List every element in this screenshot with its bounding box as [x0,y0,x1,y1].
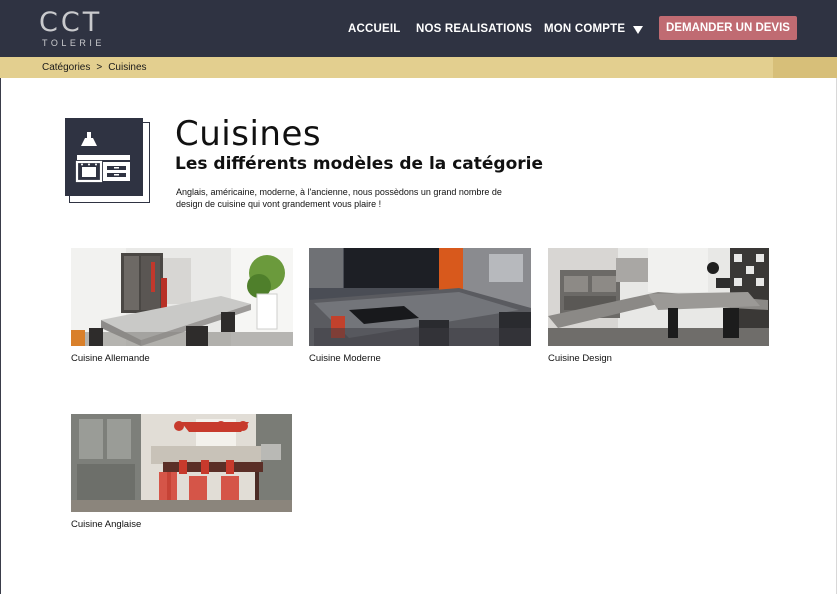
product-card-moderne[interactable]: Cuisine Moderne [309,248,531,364]
nav-link-accueil[interactable]: ACCUEIL [348,0,401,57]
kitchen-photo-moderne [309,248,531,346]
product-card-design[interactable]: Cuisine Design [548,248,769,364]
nav-label-compte: MON COMPTE [544,22,626,35]
category-description: Anglais, américaine, moderne, à l'ancien… [176,187,502,209]
breadcrumb-bar: Catégories > Cuisines [0,57,837,78]
product-name: Cuisine Allemande [71,353,150,364]
nav-label-accueil: ACCUEIL [348,22,401,35]
nav-dropdown-compte[interactable]: MON COMPTE [544,0,644,57]
product-name: Cuisine Design [548,353,612,364]
category-title: Cuisines [175,114,322,154]
page-border-left [0,57,1,594]
kitchen-photo-design [548,248,769,346]
nav-link-realisations[interactable]: NOS REALISATIONS [416,0,532,57]
brand-logo[interactable]: CCT TOLERIE [39,8,103,50]
product-name: Cuisine Moderne [309,353,381,364]
product-name: Cuisine Anglaise [71,519,142,530]
breadcrumb-link-categories[interactable]: Catégories [42,62,90,73]
logo-wordmark: CCT [39,7,103,38]
site-header: CCT TOLERIE ACCUEIL NOS REALISATIONS MON… [0,0,837,57]
breadcrumb-bar-shade [773,57,837,78]
caret-down-icon [633,25,644,34]
kitchen-photo-allemande [71,248,293,346]
breadcrumb-separator: > [96,62,103,73]
kitchen-photo-anglaise [71,414,292,512]
request-quote-button[interactable]: DEMANDER UN DEVIS [659,16,797,40]
breadcrumb-current: Cuisines [108,62,147,73]
logo-tagline: TOLERIE [42,38,105,48]
product-card-anglaise[interactable]: Cuisine Anglaise [71,414,292,530]
breadcrumb: Catégories > Cuisines [42,57,147,78]
product-card-allemande[interactable]: Cuisine Allemande [71,248,293,364]
kitchen-icon [65,118,143,196]
category-subtitle: Les différents modèles de la catégorie [175,154,543,174]
nav-label-realisations: NOS REALISATIONS [416,22,533,35]
